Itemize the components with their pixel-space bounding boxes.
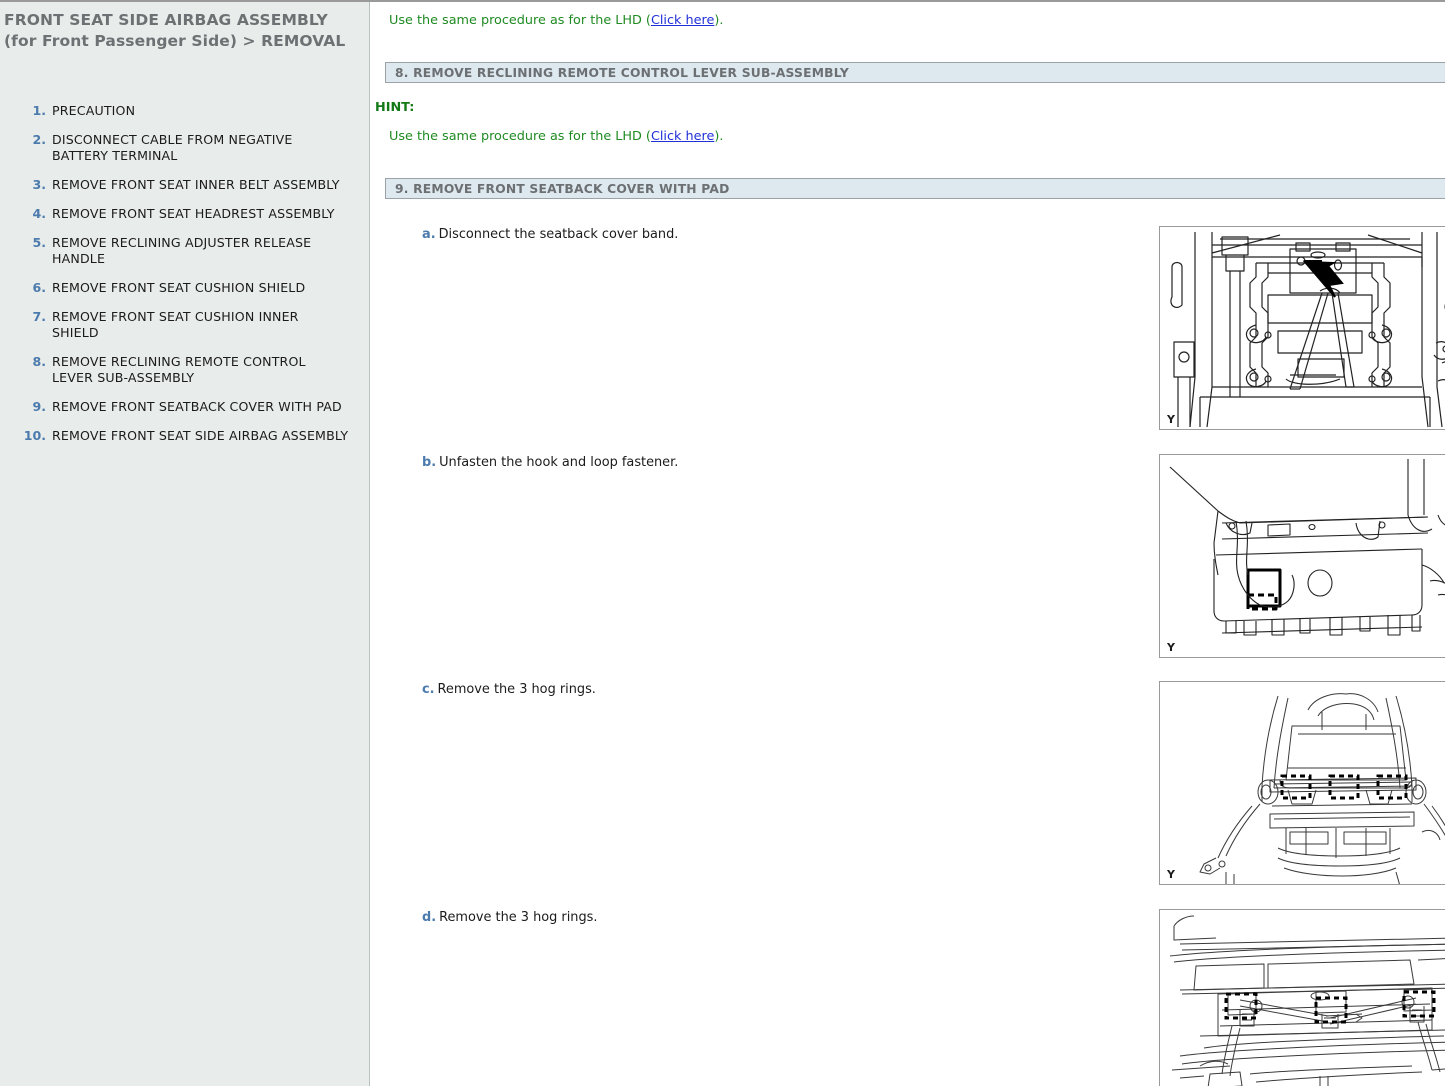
step-b-label: Unfasten the hook and loop fastener. bbox=[439, 455, 678, 470]
figure-hog-rings-upper: Y bbox=[1159, 681, 1445, 885]
step-d-letter: d. bbox=[422, 910, 436, 925]
figure-a-drawing bbox=[1160, 227, 1445, 430]
step-c-text: c.Remove the 3 hog rings. bbox=[422, 681, 596, 698]
sidebar-item-headrest[interactable]: 4. REMOVE FRONT SEAT HEADREST ASSEMBLY bbox=[0, 206, 369, 222]
sidebar-item-number: 10. bbox=[0, 428, 46, 444]
sidebar-item-label: DISCONNECT CABLE FROM NEGATIVE BATTERY T… bbox=[52, 132, 349, 164]
figure-seatback-cover-band: Y bbox=[1159, 226, 1445, 430]
step-a-text: a.Disconnect the seatback cover band. bbox=[422, 226, 678, 243]
sidebar-item-label: PRECAUTION bbox=[52, 103, 135, 119]
section-8-hint-text: Use the same procedure as for the LHD (C… bbox=[371, 119, 723, 145]
section-header-8: 8. REMOVE RECLINING REMOTE CONTROL LEVER… bbox=[385, 62, 1445, 83]
sidebar-item-label: REMOVE FRONT SEAT CUSHION SHIELD bbox=[52, 280, 305, 296]
sidebar-item-label: REMOVE FRONT SEAT CUSHION INNER SHIELD bbox=[52, 309, 349, 341]
sidebar-item-number: 5. bbox=[0, 235, 46, 251]
click-here-link[interactable]: Click here bbox=[651, 129, 714, 144]
sidebar-item-number: 9. bbox=[0, 399, 46, 415]
sidebar-item-seatback-cover[interactable]: 9. REMOVE FRONT SEATBACK COVER WITH PAD bbox=[0, 399, 369, 415]
sidebar-item-number: 2. bbox=[0, 132, 46, 148]
step-a-letter: a. bbox=[422, 227, 436, 242]
click-here-link[interactable]: Click here bbox=[651, 13, 714, 28]
figure-c-drawing bbox=[1160, 682, 1445, 885]
sidebar-item-number: 1. bbox=[0, 103, 46, 119]
step-b-letter: b. bbox=[422, 455, 436, 470]
figure-a-label: Y bbox=[1167, 413, 1175, 426]
figure-b-drawing bbox=[1160, 455, 1445, 658]
table-of-contents: 1. PRECAUTION 2. DISCONNECT CABLE FROM N… bbox=[0, 103, 369, 444]
section-8-hint-prefix: Use the same procedure as for the LHD ( bbox=[389, 129, 651, 144]
figure-hog-rings-lower bbox=[1159, 909, 1445, 1086]
top-hint-prefix: Use the same procedure as for the LHD ( bbox=[389, 13, 651, 28]
sidebar-item-label: REMOVE RECLINING ADJUSTER RELEASE HANDLE bbox=[52, 235, 349, 267]
sidebar-item-disconnect-battery[interactable]: 2. DISCONNECT CABLE FROM NEGATIVE BATTER… bbox=[0, 132, 369, 164]
figure-hook-and-loop-fastener: Y bbox=[1159, 454, 1445, 658]
sidebar-item-precaution[interactable]: 1. PRECAUTION bbox=[0, 103, 369, 119]
section-header-9-label: 9. REMOVE FRONT SEATBACK COVER WITH PAD bbox=[395, 182, 729, 196]
sidebar-item-cushion-inner-shield[interactable]: 7. REMOVE FRONT SEAT CUSHION INNER SHIEL… bbox=[0, 309, 369, 341]
sidebar-item-label: REMOVE RECLINING REMOTE CONTROL LEVER SU… bbox=[52, 354, 349, 386]
manual-page: FRONT SEAT SIDE AIRBAG ASSEMBLY (for Fro… bbox=[0, 0, 1445, 1086]
figure-c-label: Y bbox=[1167, 868, 1175, 881]
hint-label: HINT: bbox=[371, 100, 414, 115]
figure-d-drawing bbox=[1160, 910, 1445, 1086]
sidebar-item-remote-control-lever[interactable]: 8. REMOVE RECLINING REMOTE CONTROL LEVER… bbox=[0, 354, 369, 386]
main-content: Use the same procedure as for the LHD (C… bbox=[371, 2, 1445, 1086]
figure-b-label: Y bbox=[1167, 641, 1175, 654]
sidebar-item-side-airbag[interactable]: 10. REMOVE FRONT SEAT SIDE AIRBAG ASSEMB… bbox=[0, 428, 369, 444]
sidebar-item-number: 3. bbox=[0, 177, 46, 193]
step-b-text: b.Unfasten the hook and loop fastener. bbox=[422, 454, 678, 471]
section-header-8-label: 8. REMOVE RECLINING REMOTE CONTROL LEVER… bbox=[395, 66, 849, 80]
sidebar-item-number: 6. bbox=[0, 280, 46, 296]
sidebar-item-number: 4. bbox=[0, 206, 46, 222]
step-a-label: Disconnect the seatback cover band. bbox=[439, 227, 679, 242]
section-8-hint-suffix: ). bbox=[714, 129, 723, 144]
sidebar-item-label: REMOVE FRONT SEAT INNER BELT ASSEMBLY bbox=[52, 177, 340, 193]
step-c-letter: c. bbox=[422, 682, 435, 697]
sidebar-item-release-handle[interactable]: 5. REMOVE RECLINING ADJUSTER RELEASE HAN… bbox=[0, 235, 369, 267]
step-c-label: Remove the 3 hog rings. bbox=[438, 682, 596, 697]
sidebar: FRONT SEAT SIDE AIRBAG ASSEMBLY (for Fro… bbox=[0, 2, 370, 1086]
callout-arrow-icon bbox=[1303, 260, 1342, 297]
step-d-text: d.Remove the 3 hog rings. bbox=[422, 909, 597, 926]
sidebar-item-number: 7. bbox=[0, 309, 46, 325]
top-hint-text: Use the same procedure as for the LHD (C… bbox=[371, 3, 723, 29]
sidebar-item-label: REMOVE FRONT SEATBACK COVER WITH PAD bbox=[52, 399, 342, 415]
sidebar-item-number: 8. bbox=[0, 354, 46, 370]
sidebar-item-cushion-shield[interactable]: 6. REMOVE FRONT SEAT CUSHION SHIELD bbox=[0, 280, 369, 296]
sidebar-item-label: REMOVE FRONT SEAT SIDE AIRBAG ASSEMBLY bbox=[52, 428, 348, 444]
sidebar-item-inner-belt[interactable]: 3. REMOVE FRONT SEAT INNER BELT ASSEMBLY bbox=[0, 177, 369, 193]
step-d-label: Remove the 3 hog rings. bbox=[439, 910, 597, 925]
page-title: FRONT SEAT SIDE AIRBAG ASSEMBLY (for Fro… bbox=[0, 2, 369, 51]
sidebar-item-label: REMOVE FRONT SEAT HEADREST ASSEMBLY bbox=[52, 206, 335, 222]
top-hint-suffix: ). bbox=[714, 13, 723, 28]
section-header-9: 9. REMOVE FRONT SEATBACK COVER WITH PAD bbox=[385, 178, 1445, 199]
